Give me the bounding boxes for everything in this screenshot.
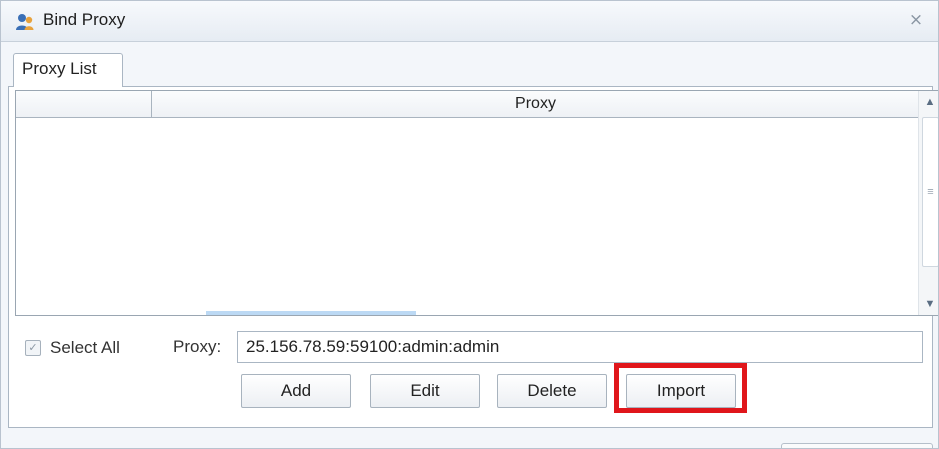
proxy-list-panel: Proxy ▲ ≡ ▼ ✓ Select All Proxy: Add Edit…: [8, 86, 938, 428]
user-icon: [16, 14, 34, 30]
dialog-title: Bind Proxy: [43, 10, 126, 29]
vertical-scrollbar[interactable]: ▲ ≡ ▼: [918, 91, 938, 315]
import-button[interactable]: Import: [626, 374, 736, 408]
select-all-control[interactable]: ✓ Select All: [25, 338, 120, 358]
proxy-table: Proxy ▲ ≡ ▼: [15, 90, 938, 316]
select-all-checkbox[interactable]: ✓: [25, 340, 41, 356]
edit-button[interactable]: Edit: [370, 374, 480, 408]
table-body[interactable]: [16, 118, 919, 315]
chevron-down-icon[interactable]: ▼: [919, 293, 938, 315]
add-button[interactable]: Add: [241, 374, 351, 408]
close-icon[interactable]: ⨯: [906, 10, 926, 30]
chevron-up-icon[interactable]: ▲: [919, 91, 938, 113]
column-header-select[interactable]: [16, 91, 152, 117]
select-all-label: Select All: [50, 338, 120, 357]
column-header-proxy[interactable]: Proxy: [152, 91, 919, 117]
proxy-input[interactable]: [237, 331, 923, 363]
delete-button[interactable]: Delete: [497, 374, 607, 408]
bind-proxy-dialog: Bind Proxy ⨯ Proxy List Proxy ▲ ≡ ▼ ✓ Se…: [0, 0, 939, 449]
table-header: Proxy: [16, 91, 919, 118]
footer-button-edge[interactable]: [781, 443, 933, 448]
title-bar: Bind Proxy ⨯: [1, 1, 938, 42]
scrollbar-thumb[interactable]: ≡: [922, 117, 938, 267]
tab-proxy-list[interactable]: Proxy List: [13, 53, 123, 87]
horizontal-scrollbar-thumb[interactable]: [206, 311, 416, 315]
proxy-field-label: Proxy:: [173, 337, 222, 356]
